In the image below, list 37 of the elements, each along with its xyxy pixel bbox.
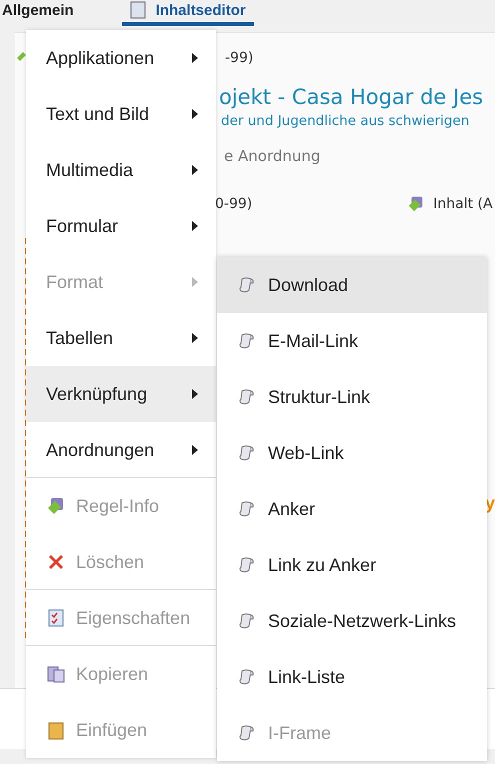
- document-icon: [130, 1, 146, 19]
- tab[interactable]: Inhaltseditor: [122, 1, 254, 26]
- menu-item[interactable]: Multimedia: [26, 142, 216, 198]
- caret-icon: [192, 277, 198, 287]
- menu-item[interactable]: E-Mail-Link: [217, 313, 487, 369]
- cell-text: Inhalt (A: [433, 196, 493, 212]
- menu-item[interactable]: Web-Link: [217, 425, 487, 481]
- menu-item[interactable]: Struktur-Link: [217, 369, 487, 425]
- menu-item[interactable]: Tabellen: [26, 310, 216, 366]
- menu-item[interactable]: Verknüpfung: [26, 366, 216, 422]
- checklist-icon: [46, 608, 66, 628]
- page-subheading: der und Jugendliche aus schwierigen: [221, 113, 470, 129]
- caret-icon: [192, 53, 198, 63]
- menu-item[interactable]: Text und Bild: [26, 86, 216, 142]
- rule-text: -99): [225, 50, 254, 66]
- menu-item[interactable]: Applikationen: [26, 30, 216, 86]
- cell-text: 0-99): [215, 196, 252, 212]
- menu-item[interactable]: Soziale-Netzwerk-Links: [217, 593, 487, 649]
- menu-item[interactable]: Link-Liste: [217, 649, 487, 705]
- menu-item[interactable]: Anker: [217, 481, 487, 537]
- clipboard-icon: [46, 720, 66, 740]
- caret-icon: [192, 333, 198, 343]
- page-heading: ojekt - Casa Hogar de Jes: [219, 85, 484, 109]
- stack-icon: [407, 194, 426, 212]
- tab[interactable]: Allgemein: [0, 2, 82, 26]
- menu-item[interactable]: Formular: [26, 198, 216, 254]
- menu-item[interactable]: Link zu Anker: [217, 537, 487, 593]
- caret-icon: [192, 109, 198, 119]
- menu-item[interactable]: Download: [217, 257, 487, 313]
- caret-icon: [192, 165, 198, 175]
- copy-icon: [46, 664, 66, 684]
- layout-label: e Anordnung: [224, 147, 320, 165]
- menu-item[interactable]: Anordnungen: [26, 422, 216, 478]
- caret-icon: [192, 445, 198, 455]
- caret-icon: [192, 221, 198, 231]
- caret-icon: [192, 389, 198, 399]
- stack-icon: [46, 496, 66, 516]
